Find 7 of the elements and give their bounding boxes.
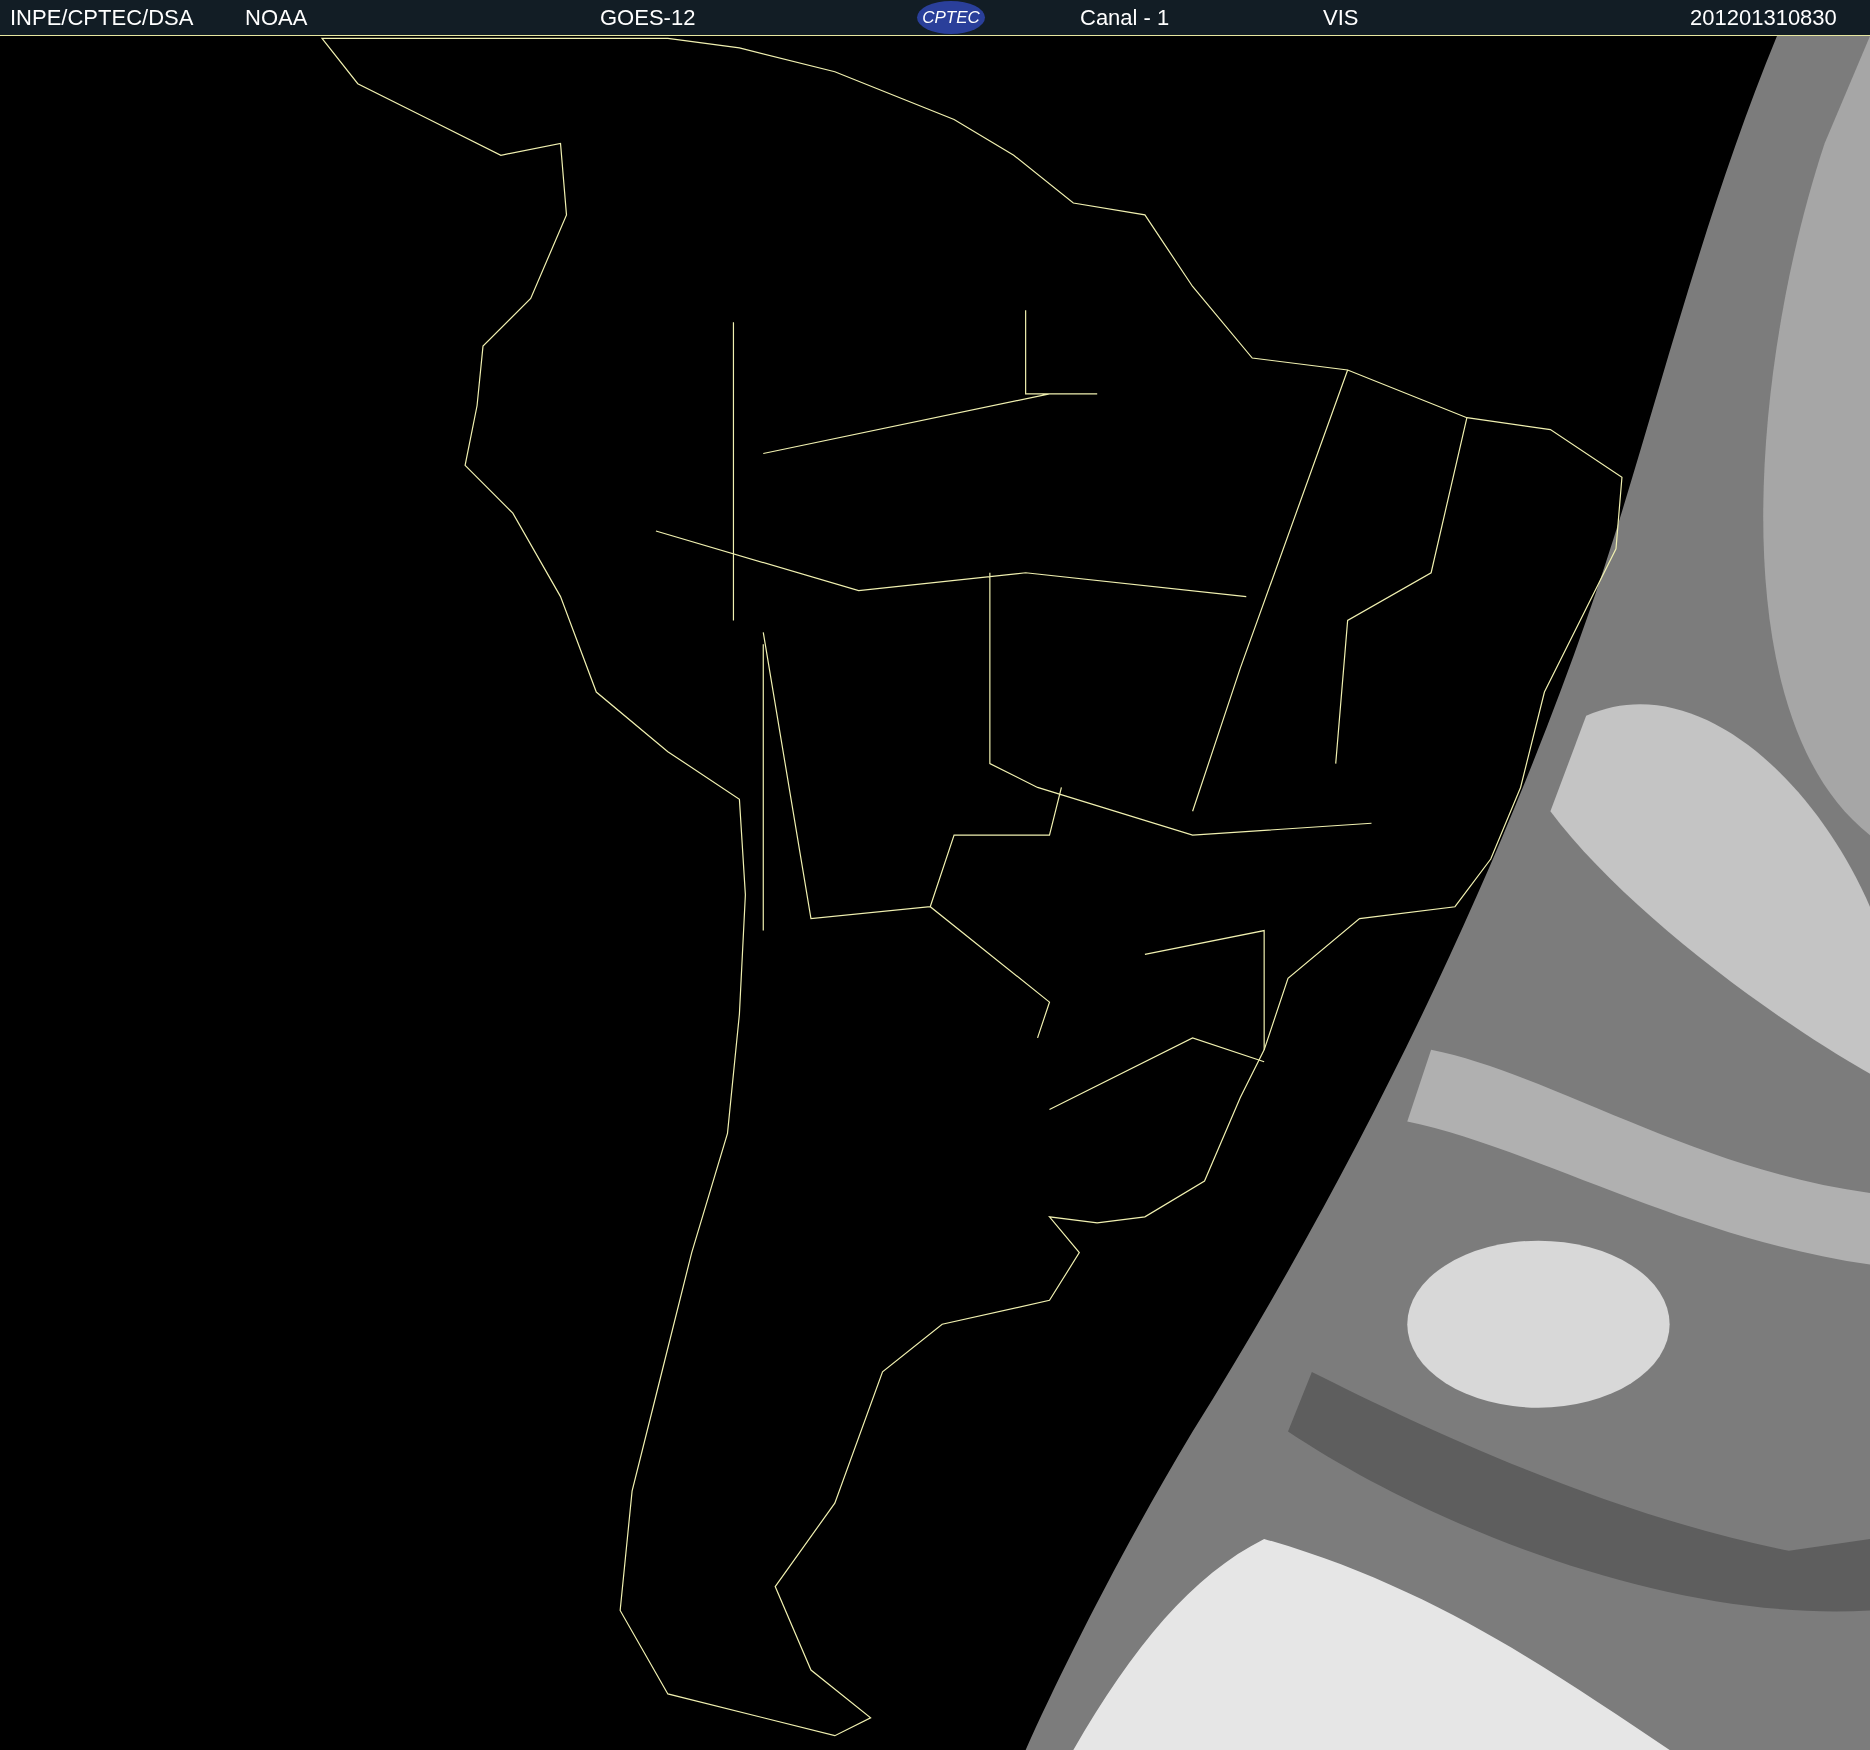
- logo: CPTEC: [917, 1, 985, 34]
- timestamp-label: 201201310830: [1690, 5, 1837, 31]
- satellite-label: GOES-12: [600, 5, 696, 31]
- channel-label: Canal - 1: [1080, 5, 1170, 31]
- band-label: VIS: [1323, 5, 1359, 31]
- agency-label: NOAA: [245, 5, 308, 31]
- source-label: INPE/CPTEC/DSA: [10, 5, 194, 31]
